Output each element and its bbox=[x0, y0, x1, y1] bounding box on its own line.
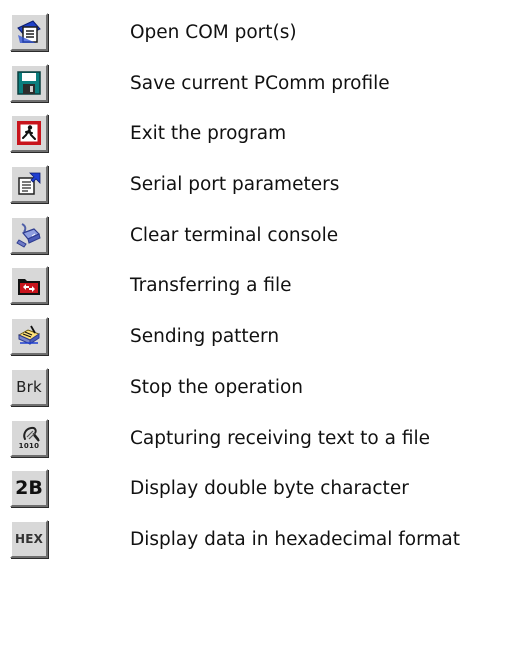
exit-button[interactable] bbox=[10, 114, 48, 153]
legend-row-exit: Exit the program bbox=[0, 109, 513, 159]
legend-label: Clear terminal console bbox=[130, 224, 339, 246]
hex-button[interactable]: HEX bbox=[10, 519, 48, 558]
capture-binary-text: 1010 bbox=[18, 442, 40, 450]
exit-door-icon bbox=[17, 121, 41, 146]
open-port-icon bbox=[17, 20, 41, 43]
capture-text-button[interactable]: 1010 bbox=[10, 418, 48, 457]
file-transfer-icon bbox=[18, 279, 40, 296]
legend-row-break: Brk Stop the operation bbox=[0, 363, 513, 413]
legend-label: Stop the operation bbox=[130, 376, 304, 398]
legend-row-open-port: Open COM port(s) bbox=[0, 8, 513, 58]
legend-row-port-parameters: Serial port parameters bbox=[0, 160, 513, 210]
legend-label: Save current PComm profile bbox=[130, 72, 390, 94]
legend-row-capture-text: 1010 Capturing receiving text to a file bbox=[0, 414, 513, 464]
legend-row-double-byte: 2B Display double byte character bbox=[0, 464, 513, 514]
break-icon: Brk bbox=[16, 377, 42, 396]
legend-label: Display double byte character bbox=[130, 478, 409, 500]
file-transfer-button[interactable] bbox=[10, 266, 48, 305]
save-disk-icon bbox=[17, 70, 41, 95]
legend-label: Display data in hexadecimal format bbox=[130, 528, 460, 550]
legend-label: Capturing receiving text to a file bbox=[130, 427, 431, 449]
break-button[interactable]: Brk bbox=[10, 367, 48, 406]
legend-label: Sending pattern bbox=[130, 326, 280, 348]
legend-label: Serial port parameters bbox=[130, 174, 340, 196]
port-parameters-icon bbox=[18, 172, 41, 195]
toolbar-legend: Open COM port(s) Save current PComm prof… bbox=[0, 8, 513, 566]
double-byte-icon: 2B bbox=[15, 477, 43, 500]
legend-row-send-pattern: Sending pattern bbox=[0, 312, 513, 362]
hex-icon: HEX bbox=[14, 531, 44, 546]
open-port-button[interactable] bbox=[10, 13, 48, 51]
double-byte-button[interactable]: 2B bbox=[10, 469, 48, 508]
legend-label: Exit the program bbox=[130, 123, 287, 145]
legend-row-save-profile: Save current PComm profile bbox=[0, 59, 513, 109]
port-parameters-button[interactable] bbox=[10, 165, 48, 204]
legend-label: Open COM port(s) bbox=[130, 22, 297, 43]
legend-row-file-transfer: Transferring a file bbox=[0, 261, 513, 311]
legend-row-hex: HEX Display data in hexadecimal format bbox=[0, 515, 513, 565]
send-pattern-icon bbox=[17, 325, 41, 346]
legend-row-clear-console: Clear terminal console bbox=[0, 211, 513, 261]
save-profile-button[interactable] bbox=[10, 63, 48, 102]
legend-label: Transferring a file bbox=[130, 275, 292, 297]
send-pattern-button[interactable] bbox=[10, 317, 48, 356]
clear-console-button[interactable] bbox=[10, 215, 48, 254]
clear-console-icon bbox=[16, 222, 41, 248]
